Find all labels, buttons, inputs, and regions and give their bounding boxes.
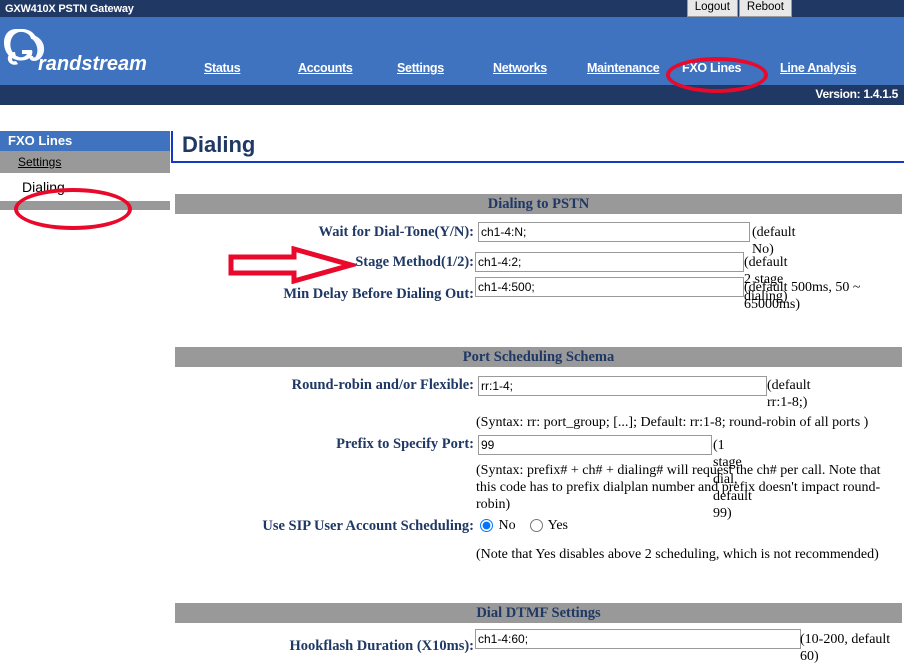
section-header-dialing-to-pstn: Dialing to PSTN bbox=[175, 194, 902, 214]
sidebar-item-settings-label[interactable]: Settings bbox=[18, 155, 61, 169]
hint-min-delay-before-dialing-out: (default 500ms, 50 ~ 65000ms) bbox=[744, 280, 861, 312]
version-bar: Version: 1.4.1.5 bbox=[0, 85, 904, 105]
window-action-buttons: Logout Reboot bbox=[686, 0, 792, 17]
radio-option-yes[interactable]: Yes bbox=[529, 518, 568, 534]
hint-wait-for-dial-tone: (default No) bbox=[752, 225, 796, 257]
radio-option-no[interactable]: No bbox=[480, 518, 516, 534]
section-header-dial-dtmf-settings: Dial DTMF Settings bbox=[175, 603, 902, 623]
nav-item-line-analysis[interactable]: Line Analysis bbox=[780, 61, 857, 75]
radio-label-no: No bbox=[498, 518, 516, 533]
page-title: Dialing bbox=[182, 132, 256, 157]
firmware-version: Version: 1.4.1.5 bbox=[815, 87, 898, 101]
note-round-robin-syntax: (Syntax: rr: port_group; [...]; Default:… bbox=[476, 415, 869, 430]
radio-label-yes: Yes bbox=[547, 518, 568, 533]
grandstream-logo: randstream bbox=[2, 25, 182, 83]
hint-round-robin-flexible: (default rr:1-8;) bbox=[767, 378, 811, 410]
note-sip-scheduling: (Note that Yes disables above 2 scheduli… bbox=[476, 547, 879, 562]
sidebar-filler bbox=[0, 201, 170, 210]
label-use-sip-user-account-scheduling: Use SIP User Account Scheduling: bbox=[262, 518, 474, 534]
input-stage-method[interactable] bbox=[475, 252, 744, 272]
main-navigation: Status Accounts Settings Networks Mainte… bbox=[190, 61, 904, 85]
brand-banner: randstream Status Accounts Settings Netw… bbox=[0, 17, 904, 85]
input-prefix-to-specify-port[interactable] bbox=[478, 435, 712, 455]
section-header-port-scheduling-schema: Port Scheduling Schema bbox=[175, 347, 902, 367]
sidebar-item-settings[interactable]: Settings bbox=[0, 151, 170, 173]
label-wait-for-dial-tone: Wait for Dial-Tone(Y/N): bbox=[318, 224, 474, 240]
sidebar: FXO Lines Settings Dialing bbox=[0, 131, 170, 210]
input-min-delay-before-dialing-out[interactable] bbox=[475, 277, 744, 297]
sidebar-item-dialing[interactable]: Dialing bbox=[0, 173, 170, 201]
sidebar-item-dialing-label: Dialing bbox=[22, 179, 65, 195]
label-hookflash-duration: Hookflash Duration (X10ms): bbox=[289, 638, 474, 654]
window-title: GXW410X PSTN Gateway bbox=[5, 2, 134, 15]
input-hookflash-duration[interactable] bbox=[475, 629, 801, 649]
nav-item-fxo-lines[interactable]: FXO Lines bbox=[682, 61, 741, 75]
hint-hookflash-duration: (10-200, default 60) bbox=[800, 632, 891, 664]
logout-button[interactable]: Logout bbox=[686, 0, 738, 17]
page-title-underline bbox=[171, 161, 904, 163]
nav-item-networks[interactable]: Networks bbox=[493, 61, 547, 75]
nav-item-maintenance[interactable]: Maintenance bbox=[587, 61, 660, 75]
label-min-delay-before-dialing-out: Min Delay Before Dialing Out: bbox=[283, 286, 474, 302]
window-titlebar: GXW410X PSTN Gateway Logout Reboot bbox=[0, 0, 904, 17]
label-stage-method: Stage Method(1/2): bbox=[355, 254, 474, 270]
nav-item-accounts[interactable]: Accounts bbox=[298, 61, 353, 75]
main-content: Dialing bbox=[171, 131, 904, 163]
radio-input-yes[interactable] bbox=[529, 519, 543, 533]
label-round-robin-flexible: Round-robin and/or Flexible: bbox=[291, 377, 474, 393]
label-prefix-to-specify-port: Prefix to Specify Port: bbox=[336, 436, 474, 452]
sidebar-header: FXO Lines bbox=[0, 131, 170, 151]
radio-group-use-sip-user-account-scheduling: No Yes bbox=[480, 518, 578, 534]
radio-input-no[interactable] bbox=[480, 519, 493, 533]
nav-item-status[interactable]: Status bbox=[204, 61, 241, 75]
svg-text:randstream: randstream bbox=[38, 53, 147, 75]
input-round-robin-flexible[interactable] bbox=[478, 376, 767, 396]
input-wait-for-dial-tone[interactable] bbox=[478, 222, 750, 242]
nav-item-settings[interactable]: Settings bbox=[397, 61, 444, 75]
note-prefix-syntax: (Syntax: prefix# + ch# + dialing# will r… bbox=[476, 463, 881, 512]
reboot-button[interactable]: Reboot bbox=[738, 0, 792, 17]
